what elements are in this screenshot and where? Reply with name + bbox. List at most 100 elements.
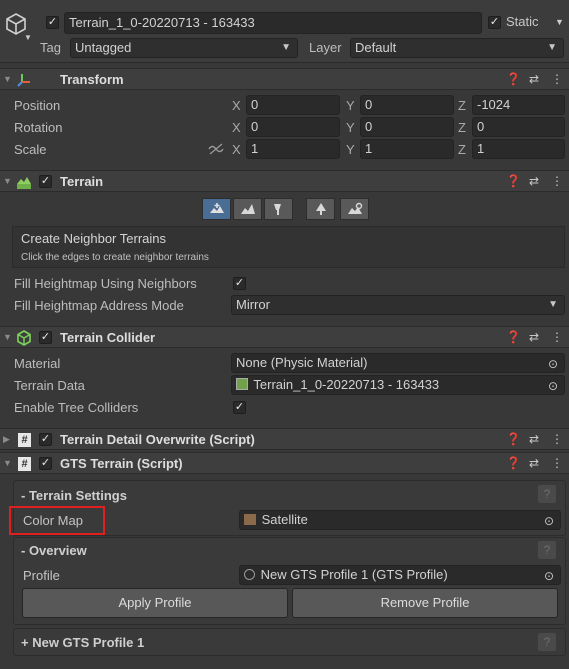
- overview-section: - Overview ? Profile New GTS Profile 1 (…: [13, 537, 566, 625]
- remove-profile-button[interactable]: Remove Profile: [292, 588, 558, 618]
- fill-heightmap-label: Fill Heightmap Using Neighbors: [14, 276, 197, 291]
- help-icon[interactable]: ?: [538, 485, 556, 503]
- terrain-data-field[interactable]: Terrain_1_0-20220713 - 163433 ⊙: [231, 375, 565, 395]
- tool-hint: Click the edges to create neighbor terra…: [21, 252, 209, 263]
- foldout-arrow-icon[interactable]: ▼: [3, 74, 12, 84]
- layer-dropdown[interactable]: Default ▼: [350, 38, 564, 58]
- help-icon[interactable]: ❓: [506, 72, 521, 86]
- material-label: Material: [14, 356, 61, 371]
- position-z-field[interactable]: -1024: [472, 95, 565, 115]
- material-field[interactable]: None (Physic Material) ⊙: [231, 353, 565, 373]
- foldout-arrow-icon[interactable]: ▼: [3, 332, 12, 342]
- help-icon[interactable]: ?: [538, 541, 556, 559]
- terrain-collider-header[interactable]: ▼ ✓ Terrain Collider ❓ ⇄ ⋮: [0, 326, 569, 348]
- rotation-x-label[interactable]: X: [232, 120, 241, 135]
- static-label: Static: [506, 14, 539, 29]
- terrain-settings-icon: [347, 202, 362, 214]
- transform-icon: [16, 72, 32, 91]
- presets-icon[interactable]: ⇄: [529, 330, 539, 344]
- help-icon[interactable]: ?: [538, 633, 556, 651]
- object-picker-icon[interactable]: ⊙: [544, 512, 554, 529]
- foldout-arrow-icon[interactable]: ▼: [3, 176, 12, 186]
- constrain-proportions-icon[interactable]: [208, 143, 224, 158]
- help-icon[interactable]: ❓: [506, 456, 521, 470]
- terrain-enabled-checkbox[interactable]: ✓: [39, 175, 52, 188]
- paint-trees-icon: [315, 203, 326, 215]
- rotation-x-field[interactable]: 0: [246, 117, 340, 137]
- tag-label: Tag: [40, 40, 61, 55]
- position-x-label[interactable]: X: [232, 98, 241, 113]
- fill-heightmap-checkbox[interactable]: ✓: [233, 277, 246, 290]
- presets-icon[interactable]: ⇄: [529, 456, 539, 470]
- apply-profile-button[interactable]: Apply Profile: [22, 588, 288, 618]
- scale-z-label[interactable]: Z: [458, 142, 466, 157]
- profile-field[interactable]: New GTS Profile 1 (GTS Profile) ⊙: [239, 565, 561, 585]
- scale-label: Scale: [14, 142, 47, 157]
- terrain-tool-sculpt[interactable]: [233, 198, 262, 220]
- object-picker-icon[interactable]: ⊙: [544, 567, 554, 584]
- component-menu-icon[interactable]: ⋮: [551, 432, 563, 446]
- gts-terrain-title: GTS Terrain (Script): [60, 456, 183, 471]
- position-x-field[interactable]: 0: [246, 95, 340, 115]
- rotation-z-label[interactable]: Z: [458, 120, 466, 135]
- component-menu-icon[interactable]: ⋮: [551, 72, 563, 86]
- help-icon[interactable]: ❓: [506, 330, 521, 344]
- overview-header[interactable]: - Overview: [21, 543, 87, 558]
- position-y-field[interactable]: 0: [360, 95, 454, 115]
- tag-dropdown[interactable]: Untagged ▼: [70, 38, 298, 58]
- gts-terrain-header[interactable]: ▼ # ✓ GTS Terrain (Script) ❓ ⇄ ⋮: [0, 452, 569, 474]
- presets-icon[interactable]: ⇄: [529, 174, 539, 188]
- presets-icon[interactable]: ⇄: [529, 432, 539, 446]
- terrain-icon: [16, 174, 32, 193]
- scale-x-label[interactable]: X: [232, 142, 241, 157]
- terrain-tool-create-neighbor[interactable]: [202, 198, 231, 220]
- tree-colliders-label: Enable Tree Colliders: [14, 400, 139, 415]
- component-menu-icon[interactable]: ⋮: [551, 456, 563, 470]
- static-checkbox[interactable]: ✓: [488, 16, 501, 29]
- terrain-collider-enabled-checkbox[interactable]: ✓: [39, 331, 52, 344]
- address-mode-dropdown[interactable]: Mirror ▼: [231, 295, 565, 315]
- rotation-y-label[interactable]: Y: [346, 120, 355, 135]
- detail-overwrite-enabled-checkbox[interactable]: ✓: [39, 433, 52, 446]
- terrain-header[interactable]: ▼ ✓ Terrain ❓ ⇄ ⋮: [0, 170, 569, 192]
- address-mode-label: Fill Heightmap Address Mode: [14, 298, 184, 313]
- tag-value: Untagged: [75, 40, 132, 55]
- profile-asset-icon: [244, 569, 255, 580]
- script-icon: #: [18, 457, 31, 471]
- tree-colliders-checkbox[interactable]: ✓: [233, 401, 246, 414]
- object-name-field[interactable]: Terrain_1_0-20220713 - 163433: [64, 12, 482, 34]
- position-y-label[interactable]: Y: [346, 98, 355, 113]
- object-picker-icon[interactable]: ⊙: [548, 355, 558, 372]
- detail-overwrite-title: Terrain Detail Overwrite (Script): [60, 432, 255, 447]
- gts-terrain-enabled-checkbox[interactable]: ✓: [39, 457, 52, 470]
- object-picker-icon[interactable]: ⊙: [548, 377, 558, 394]
- transform-header[interactable]: ▼ Transform ❓ ⇄ ⋮: [0, 68, 569, 90]
- scale-x-field[interactable]: 1: [246, 139, 340, 159]
- active-checkbox[interactable]: ✓: [46, 16, 59, 29]
- scale-y-field[interactable]: 1: [360, 139, 454, 159]
- position-z-label[interactable]: Z: [458, 98, 466, 113]
- foldout-arrow-icon[interactable]: ▶: [3, 434, 10, 445]
- terrain-settings-header[interactable]: - Terrain Settings: [21, 488, 127, 503]
- rotation-z-field[interactable]: 0: [472, 117, 565, 137]
- static-dropdown-caret[interactable]: ▼: [555, 17, 564, 27]
- terrain-tool-settings[interactable]: [340, 198, 369, 220]
- new-profile-header[interactable]: + New GTS Profile 1: [21, 635, 144, 650]
- help-icon[interactable]: ❓: [506, 432, 521, 446]
- profile-value: New GTS Profile 1 (GTS Profile): [260, 567, 448, 582]
- icon-dropdown-caret[interactable]: ▼: [24, 33, 32, 42]
- terrain-tool-paint[interactable]: [264, 198, 293, 220]
- detail-overwrite-header[interactable]: ▶ # ✓ Terrain Detail Overwrite (Script) …: [0, 428, 569, 450]
- terrain-tool-trees[interactable]: [306, 198, 335, 220]
- component-menu-icon[interactable]: ⋮: [551, 174, 563, 188]
- foldout-arrow-icon[interactable]: ▼: [3, 458, 12, 468]
- color-map-field[interactable]: Satellite ⊙: [239, 510, 561, 530]
- component-menu-icon[interactable]: ⋮: [551, 330, 563, 344]
- new-profile-section[interactable]: + New GTS Profile 1 ?: [13, 628, 566, 656]
- object-header: ▼ ✓ Terrain_1_0-20220713 - 163433 ✓ Stat…: [0, 0, 569, 63]
- scale-y-label[interactable]: Y: [346, 142, 355, 157]
- help-icon[interactable]: ❓: [506, 174, 521, 188]
- presets-icon[interactable]: ⇄: [529, 72, 539, 86]
- rotation-y-field[interactable]: 0: [360, 117, 454, 137]
- scale-z-field[interactable]: 1: [472, 139, 565, 159]
